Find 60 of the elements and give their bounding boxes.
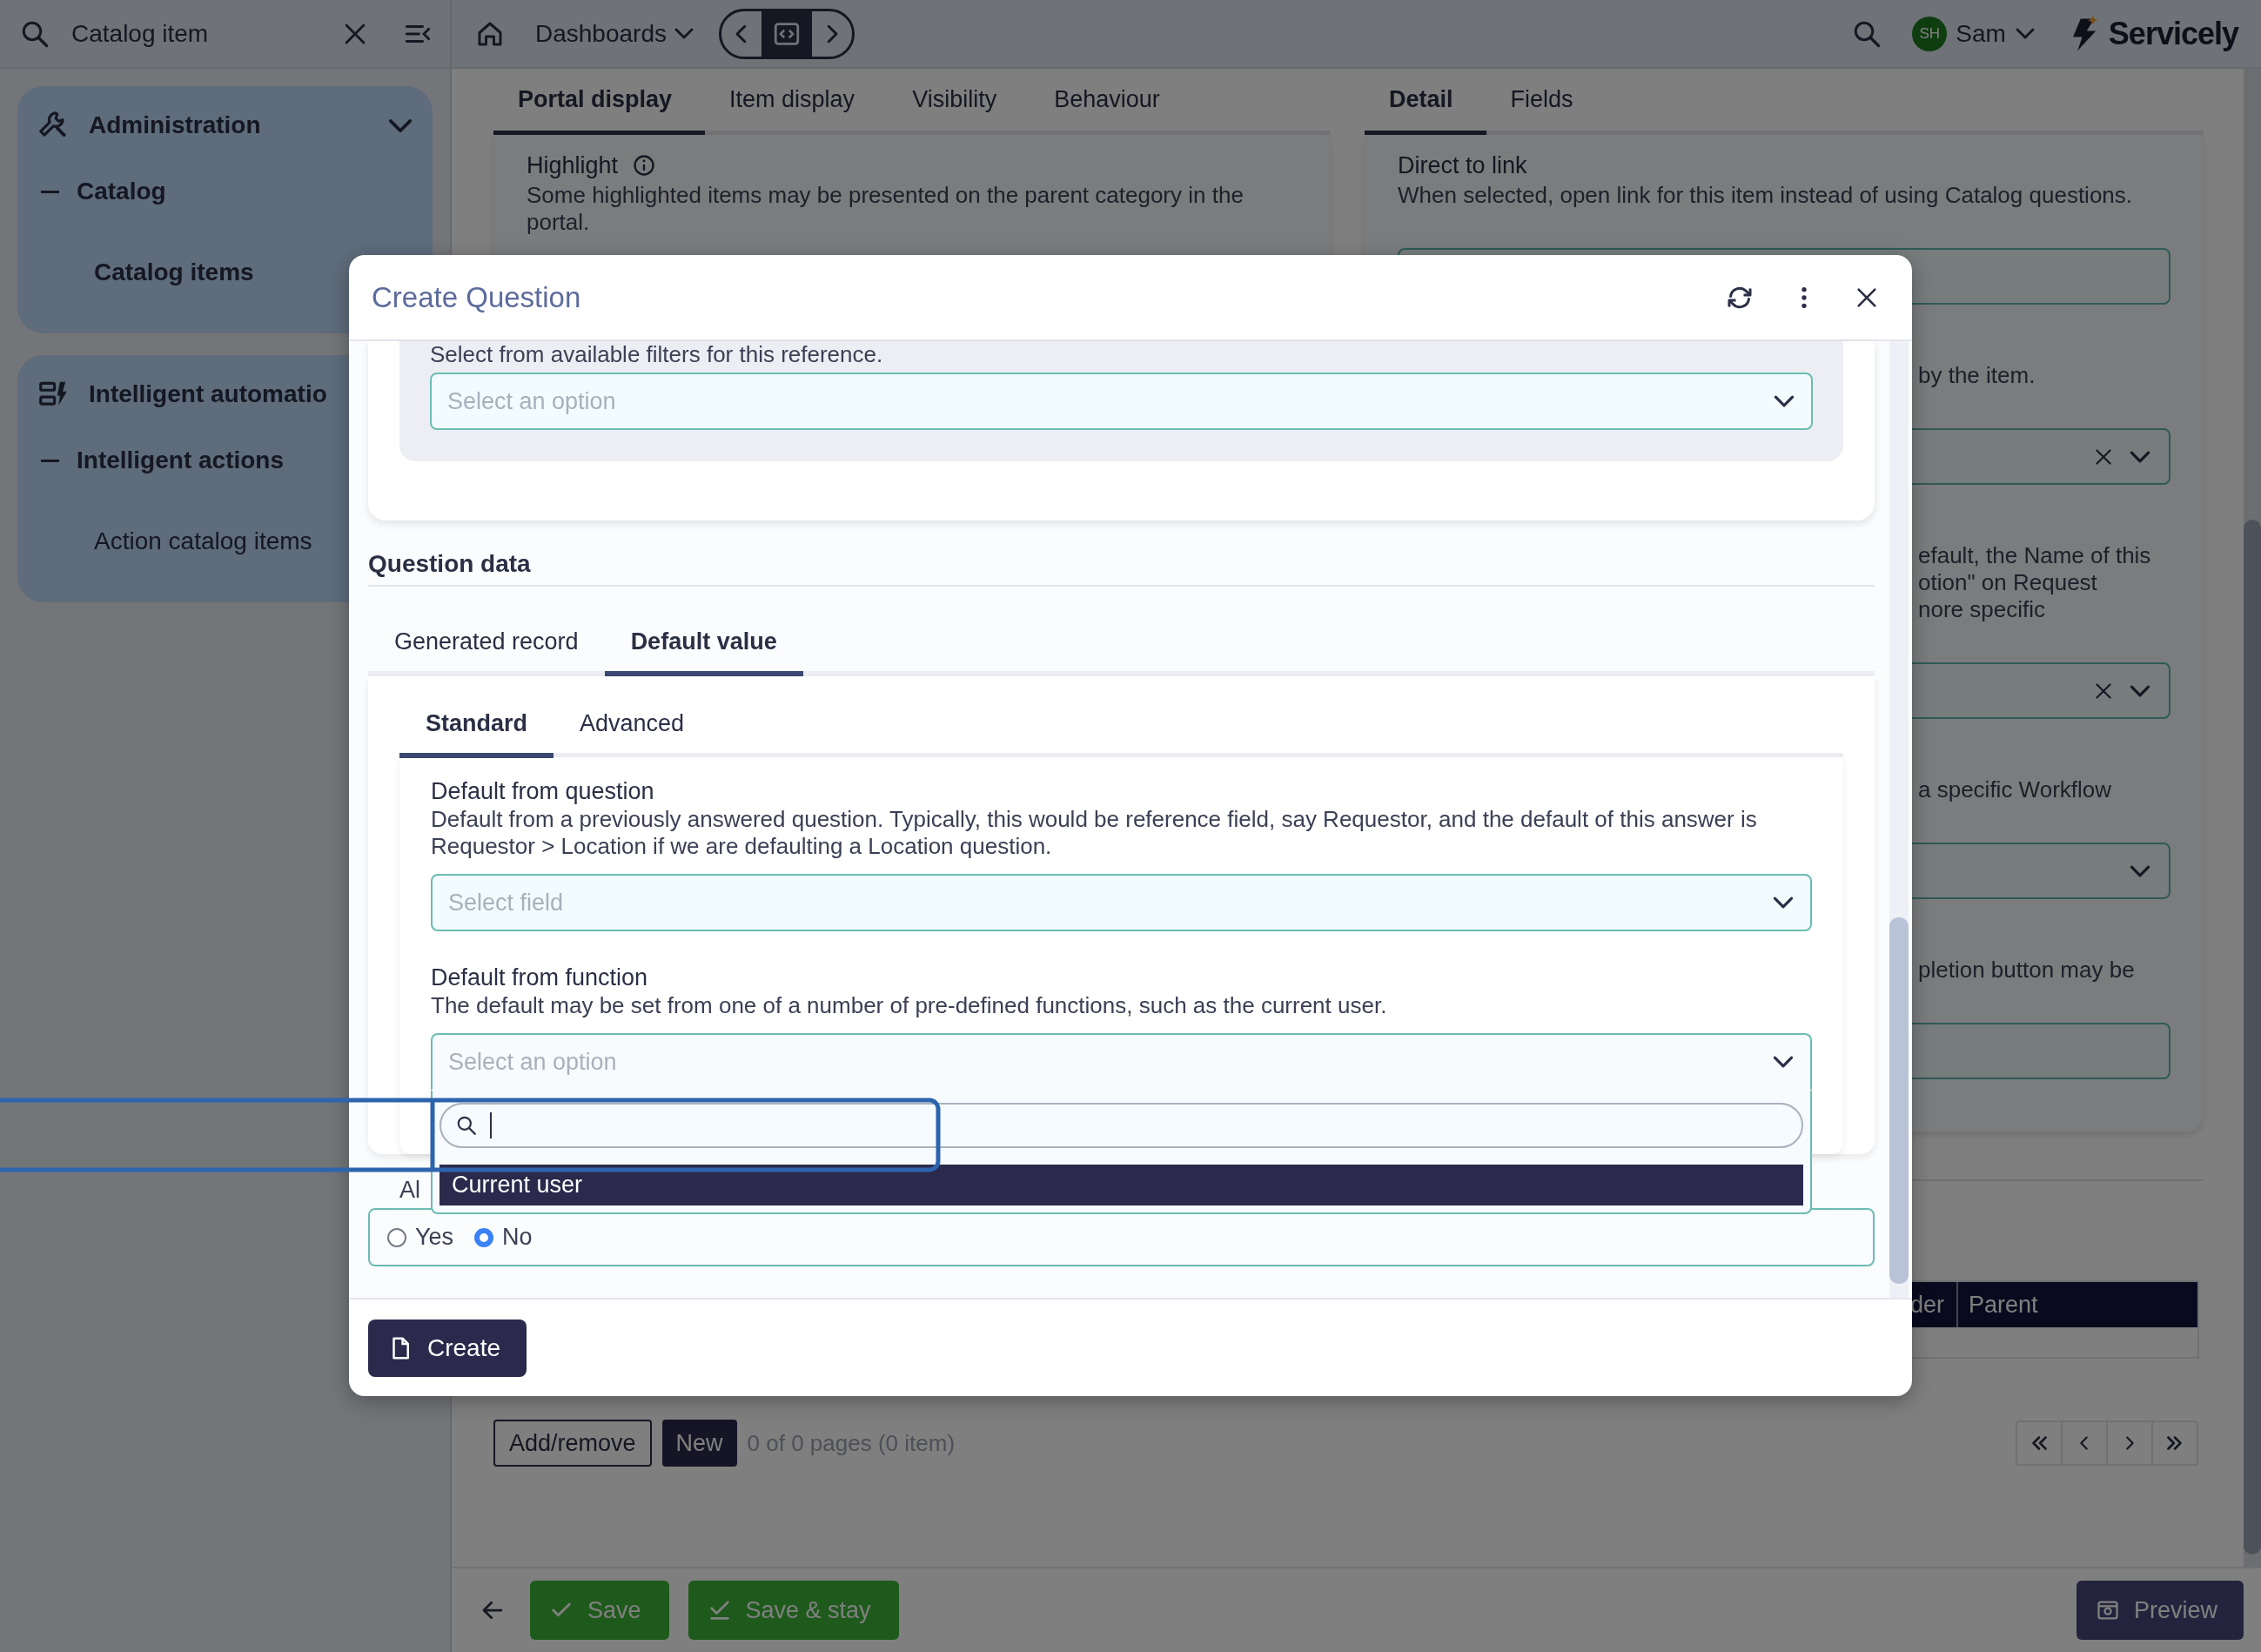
select-field[interactable]: Select an option bbox=[430, 373, 1813, 430]
chevron-down-icon bbox=[674, 27, 694, 40]
field-label: Highlight bbox=[527, 151, 619, 180]
radio-label: Yes bbox=[415, 1224, 454, 1251]
dash-icon bbox=[41, 459, 59, 462]
column-header[interactable]: Parent bbox=[1958, 1291, 2197, 1319]
tab[interactable]: Generated record bbox=[368, 628, 605, 676]
nav-item[interactable]: Intelligent actions bbox=[77, 447, 285, 474]
tab[interactable]: Behaviour bbox=[1030, 69, 1193, 135]
field-description: efault, the Name of this otion" on Request nore specific bbox=[1917, 542, 2152, 623]
tab[interactable]: Item display bbox=[705, 69, 889, 135]
nav-group-title[interactable]: Administration bbox=[89, 111, 368, 139]
save-button[interactable]: Save bbox=[530, 1581, 669, 1640]
scrollbar[interactable] bbox=[1889, 341, 1909, 1298]
nav-item[interactable]: Action catalog items bbox=[94, 527, 312, 555]
tab[interactable]: Advanced bbox=[554, 710, 711, 758]
field-label: Direct to link bbox=[1398, 151, 1527, 180]
field-label: Default from question bbox=[431, 777, 655, 806]
field-description: Default from a previously answered question. Typically, this would be reference field, say Requestor, and the default of this answer is Requestor > Location if we are defaulting a Location question. bbox=[431, 806, 1758, 860]
radio-label: No bbox=[502, 1224, 533, 1251]
dialog-title: Create Question bbox=[372, 280, 582, 314]
chevron-down-icon[interactable] bbox=[1773, 394, 1795, 408]
preview-button[interactable]: Preview bbox=[2076, 1581, 2244, 1640]
user-avatar[interactable]: SH bbox=[1912, 16, 1948, 51]
search-field[interactable] bbox=[439, 1103, 1803, 1148]
nav-item[interactable]: Catalog items bbox=[94, 259, 254, 286]
radio-button[interactable] bbox=[387, 1227, 406, 1247]
dashboards-menu[interactable]: Dashboards bbox=[535, 19, 694, 48]
field-description: by the item. bbox=[1917, 362, 2036, 389]
dropdown-option[interactable]: Current user bbox=[439, 1165, 1803, 1205]
section-title: Question data bbox=[368, 550, 1875, 587]
logo-text: Servicely bbox=[2108, 15, 2238, 52]
tab[interactable]: Fields bbox=[1486, 69, 1607, 135]
field-description: When selected, open link for this item instead of using Catalog questions. bbox=[1398, 182, 2134, 209]
select-field[interactable]: Select an option bbox=[431, 1033, 1812, 1091]
save-and-stay-button[interactable]: Save & stay bbox=[688, 1581, 899, 1640]
field-description: Select from available filters for this reference. bbox=[430, 341, 884, 367]
field-label: Default from function bbox=[431, 964, 649, 992]
field-description: a specific Workflow bbox=[1917, 776, 2113, 803]
field-description: Some highlighted items may be presented on the parent category in the portal. bbox=[527, 182, 1245, 236]
chevron-down-icon[interactable] bbox=[1772, 896, 1795, 910]
add-remove-button[interactable]: Add/remove bbox=[493, 1420, 652, 1467]
field-description: pletion button may be bbox=[1917, 957, 2136, 984]
navigation-group[interactable] bbox=[719, 8, 855, 59]
create-button[interactable]: Create bbox=[368, 1320, 527, 1377]
info-icon[interactable] bbox=[632, 153, 657, 178]
search-icon bbox=[455, 1114, 478, 1137]
nav-item[interactable]: Catalog bbox=[77, 178, 166, 205]
field-description: The default may be set from one of a number of pre-defined functions, such as the current user. bbox=[431, 992, 1388, 1019]
user-name[interactable]: Sam bbox=[1956, 19, 2006, 48]
scrollbar[interactable] bbox=[2244, 69, 2261, 1567]
radio-button[interactable] bbox=[474, 1227, 494, 1247]
search-value[interactable]: Catalog item bbox=[71, 19, 340, 48]
new-button[interactable]: New bbox=[661, 1420, 737, 1467]
dash-icon bbox=[41, 190, 59, 193]
text-cursor bbox=[490, 1112, 492, 1138]
chevron-down-icon[interactable] bbox=[1772, 1055, 1795, 1069]
field-label: Al bbox=[399, 1177, 420, 1203]
select-field[interactable]: Select field bbox=[431, 874, 1812, 931]
tab[interactable]: Visibility bbox=[888, 69, 1030, 135]
